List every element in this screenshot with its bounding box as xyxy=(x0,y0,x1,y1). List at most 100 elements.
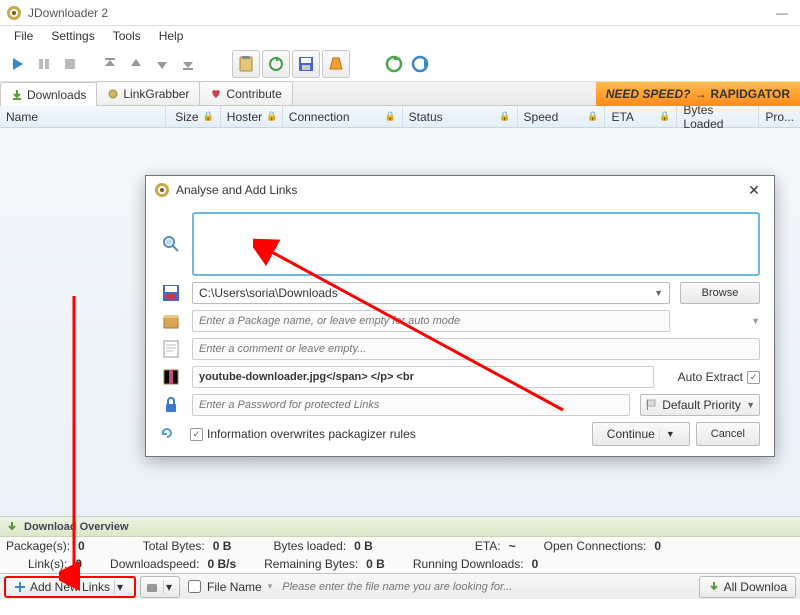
chevron-down-icon[interactable]: ▾ xyxy=(114,580,126,594)
col-progress[interactable]: Pro... xyxy=(759,106,800,127)
menu-help[interactable]: Help xyxy=(151,27,192,45)
banner-text-left: NEED SPEED? xyxy=(606,87,691,101)
download-icon xyxy=(708,581,720,593)
titlebar: JDownloader 2 — xyxy=(0,0,800,26)
chevron-down-icon[interactable]: ▾ xyxy=(268,581,273,592)
move-down-button[interactable] xyxy=(150,50,174,78)
lock-icon: 🔒 xyxy=(203,111,214,122)
filename-checkbox[interactable] xyxy=(188,580,201,593)
filename-label: File Name xyxy=(207,580,262,594)
dialog-titlebar: Analyse and Add Links ✕ xyxy=(146,176,774,204)
chevron-down-icon: ▼ xyxy=(654,288,663,298)
search-input[interactable] xyxy=(278,577,690,597)
linkgrabber-icon xyxy=(107,88,119,100)
menu-file[interactable]: File xyxy=(6,27,41,45)
menubar: File Settings Tools Help xyxy=(0,26,800,46)
flag-icon xyxy=(645,399,657,411)
cancel-button[interactable]: Cancel xyxy=(696,422,760,446)
update-button[interactable] xyxy=(382,50,406,78)
col-hoster[interactable]: Hoster🔒 xyxy=(221,106,283,127)
plus-icon xyxy=(14,581,26,593)
browse-button[interactable]: Browse xyxy=(680,282,760,304)
col-name[interactable]: Name xyxy=(0,106,166,127)
reconnect-button[interactable] xyxy=(408,50,432,78)
premium-button[interactable] xyxy=(322,50,350,78)
chevron-down-icon[interactable]: ▼ xyxy=(680,316,760,326)
archive-icon xyxy=(161,367,181,387)
add-new-links-button[interactable]: Add New Links ▾ xyxy=(4,576,136,598)
refresh-icon xyxy=(160,426,174,440)
continue-button[interactable]: Continue ▼ xyxy=(592,422,690,446)
overview-row-2: Link(s):0 Downloadspeed:0 B/s Remaining … xyxy=(0,555,800,573)
search-panel: File Name ▾ xyxy=(184,577,695,597)
download-overview: Download Overview Package(s):0 Total Byt… xyxy=(0,516,800,573)
download-icon xyxy=(6,521,18,533)
add-links-dialog: Analyse and Add Links ✕ C:\Users\soria\D… xyxy=(145,175,775,457)
savepath-combo[interactable]: C:\Users\soria\Downloads ▼ xyxy=(192,282,670,304)
col-speed[interactable]: Speed🔒 xyxy=(518,106,606,127)
banner-text-right: RAPIDGATOR xyxy=(710,87,790,101)
toolbar xyxy=(0,46,800,82)
tabs-bar: Downloads LinkGrabber Contribute NEED SP… xyxy=(0,82,800,106)
pause-button[interactable] xyxy=(32,50,56,78)
arrow-icon: → xyxy=(694,87,706,101)
minimize-button[interactable]: — xyxy=(770,3,794,23)
savepath-value: C:\Users\soria\Downloads xyxy=(199,286,338,300)
comment-input[interactable] xyxy=(192,338,760,360)
auto-extract-option[interactable]: Auto Extract ✓ xyxy=(664,370,760,384)
chevron-down-icon[interactable]: ▾ xyxy=(163,580,175,594)
move-up-button[interactable] xyxy=(124,50,148,78)
overwrite-option[interactable]: ✓ Information overwrites packagizer rule… xyxy=(190,427,416,441)
app-icon xyxy=(154,182,170,198)
window-title: JDownloader 2 xyxy=(28,6,770,20)
overview-title: Download Overview xyxy=(24,521,129,533)
package-icon xyxy=(161,311,181,331)
chevron-down-icon: ▼ xyxy=(746,400,755,410)
col-eta[interactable]: ETA🔒 xyxy=(605,106,677,127)
close-button[interactable]: ✕ xyxy=(742,182,766,199)
search-icon xyxy=(161,234,181,254)
col-size[interactable]: Size🔒 xyxy=(166,106,221,127)
tab-linkgrabber[interactable]: LinkGrabber xyxy=(96,81,200,105)
container-button[interactable]: ▾ xyxy=(140,576,180,598)
save-icon xyxy=(161,283,181,303)
chevron-down-icon: ▼ xyxy=(659,429,675,439)
links-input[interactable] xyxy=(192,212,760,276)
tab-contribute-label: Contribute xyxy=(226,87,281,101)
play-button[interactable] xyxy=(6,50,30,78)
priority-combo[interactable]: Default Priority ▼ xyxy=(640,394,760,416)
menu-tools[interactable]: Tools xyxy=(105,27,149,45)
tab-contribute[interactable]: Contribute xyxy=(199,81,292,105)
checkbox-icon: ✓ xyxy=(190,428,203,441)
col-bytesloaded[interactable]: Bytes Loaded xyxy=(677,106,759,127)
speed-banner[interactable]: NEED SPEED? → RAPIDGATOR xyxy=(596,82,800,106)
tab-linkgrabber-label: LinkGrabber xyxy=(123,87,189,101)
move-bottom-button[interactable] xyxy=(176,50,200,78)
tab-downloads[interactable]: Downloads xyxy=(0,82,97,106)
overview-header[interactable]: Download Overview xyxy=(0,517,800,537)
bottom-bar: Add New Links ▾ ▾ File Name ▾ All Downlo… xyxy=(0,573,800,599)
download-icon xyxy=(11,89,23,101)
checkbox-icon: ✓ xyxy=(747,371,760,384)
archive-input[interactable] xyxy=(192,366,654,388)
auto-reconnect-button[interactable] xyxy=(262,50,290,78)
package-name-input[interactable] xyxy=(192,310,670,332)
col-connection[interactable]: Connection🔒 xyxy=(283,106,403,127)
app-icon xyxy=(6,5,22,21)
move-top-button[interactable] xyxy=(98,50,122,78)
tab-downloads-label: Downloads xyxy=(27,88,86,102)
dialog-title: Analyse and Add Links xyxy=(176,183,736,197)
col-status[interactable]: Status🔒 xyxy=(403,106,518,127)
password-input[interactable] xyxy=(192,394,630,416)
stop-button[interactable] xyxy=(58,50,82,78)
table-headers: Name Size🔒 Hoster🔒 Connection🔒 Status🔒 S… xyxy=(0,106,800,128)
lock-icon xyxy=(161,395,181,415)
all-downloads-button[interactable]: All Downloa xyxy=(699,576,796,598)
container-icon xyxy=(145,580,159,594)
overview-row-1: Package(s):0 Total Bytes:0 B Bytes loade… xyxy=(0,537,800,555)
comment-icon xyxy=(161,339,181,359)
clipboard-button[interactable] xyxy=(232,50,260,78)
heart-icon xyxy=(210,88,222,100)
menu-settings[interactable]: Settings xyxy=(43,27,102,45)
save-button[interactable] xyxy=(292,50,320,78)
